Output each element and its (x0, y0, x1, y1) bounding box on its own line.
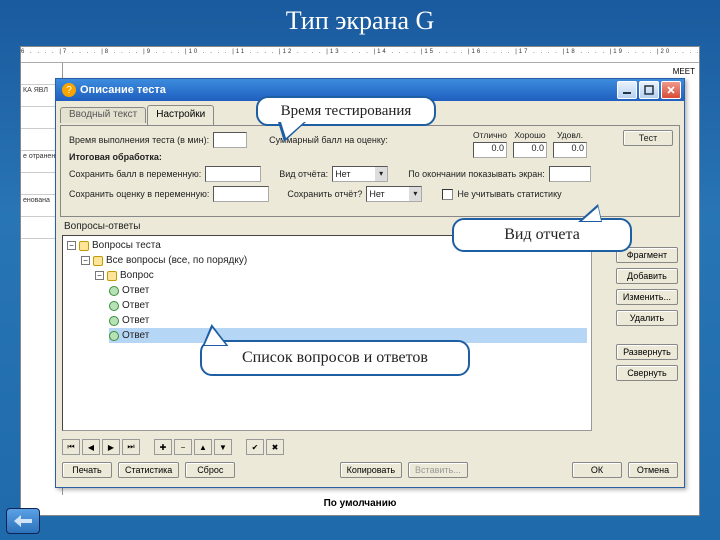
save-grade-label: Сохранить оценку в переменную: (69, 189, 209, 199)
folder-icon (79, 241, 89, 251)
tree-root: Вопросы теста (92, 240, 161, 251)
nav-first[interactable]: ⏮ (62, 439, 80, 455)
arrow-left-icon (13, 514, 33, 528)
folder-icon (93, 256, 103, 266)
time-input[interactable] (213, 132, 247, 148)
show-screen-label: По окончании показывать экран: (408, 169, 545, 179)
tree-answer: Ответ (122, 285, 149, 296)
ruler: 6 . . . . |7 . . . . |8 . . . . |9 . . .… (21, 47, 699, 63)
dont-count-checkbox[interactable] (442, 189, 453, 200)
print-button[interactable]: Печать (62, 462, 112, 478)
add-button[interactable]: Добавить (616, 268, 678, 284)
callout-report: Вид отчета (452, 218, 632, 252)
save-score-input[interactable] (205, 166, 261, 182)
slide-title: Тип экрана G (0, 6, 720, 36)
time-label: Время выполнения теста (в мин): (69, 135, 209, 145)
nav-add[interactable]: ✚ (154, 439, 172, 455)
tree-answer: Ответ (122, 300, 149, 311)
nav-prev[interactable]: ◀ (82, 439, 100, 455)
nav-del[interactable]: − (174, 439, 192, 455)
window-title: Описание теста (80, 84, 615, 96)
slide-back-button[interactable] (6, 508, 40, 534)
grade-b-input[interactable]: 0.0 (513, 142, 547, 158)
results-title: Итоговая обработка: (69, 152, 162, 162)
grade-a-input[interactable]: 0.0 (473, 142, 507, 158)
dialog-bottom-row: Печать Статистика Сброс Копировать Встав… (62, 459, 678, 481)
expand-button[interactable]: Развернуть (616, 344, 678, 360)
app-icon: ? (62, 83, 76, 97)
report-kind-combo[interactable]: Нет▾ (332, 166, 388, 182)
collapse-button[interactable]: Свернуть (616, 365, 678, 381)
callout-time: Время тестирования (256, 96, 436, 126)
defaults-bar: По умолчанию (21, 495, 699, 515)
copy-button[interactable]: Копировать (340, 462, 402, 478)
answer-icon (109, 331, 119, 341)
question-icon (107, 271, 117, 281)
show-screen-input[interactable] (549, 166, 591, 182)
reset-button[interactable]: Сброс (185, 462, 235, 478)
nav-last[interactable]: ⏭ (122, 439, 140, 455)
tree-question: Вопрос (120, 270, 154, 281)
maximize-button[interactable] (639, 81, 659, 99)
answer-icon (109, 301, 119, 311)
tree-answer: Ответ (122, 315, 149, 326)
nav-next[interactable]: ▶ (102, 439, 120, 455)
dont-count-label: Не учитывать статистику (457, 189, 561, 199)
chevron-down-icon: ▾ (409, 187, 421, 201)
grade-b-label: Хорошо (513, 130, 547, 140)
ok-button[interactable]: ОК (572, 462, 622, 478)
grade-c-input[interactable]: 0.0 (553, 142, 587, 158)
stats-button[interactable]: Статистика (118, 462, 179, 478)
test-description-window: ? Описание теста Вводный текст Настройки… (55, 78, 685, 488)
grade-a-label: Отлично (473, 130, 507, 140)
meet-label: МЕЕТ (673, 67, 695, 76)
paste-button[interactable]: Вставить... (408, 462, 468, 478)
grade-thresholds: Отлично Хорошо Удовл. 0.0 0.0 0.0 (473, 130, 587, 158)
save-grade-input[interactable] (213, 186, 269, 202)
collapse-icon[interactable]: − (67, 241, 76, 250)
nav-confirm[interactable]: ✔ (246, 439, 264, 455)
answer-icon (109, 286, 119, 296)
tree-all-questions: Все вопросы (все, по порядку) (106, 255, 247, 266)
nav-down[interactable]: ▼ (214, 439, 232, 455)
report-kind-label: Вид отчёта: (279, 169, 328, 179)
close-button[interactable] (661, 81, 681, 99)
test-button[interactable]: Тест (623, 130, 673, 146)
cancel-button[interactable]: Отмена (628, 462, 678, 478)
answer-icon (109, 316, 119, 326)
edit-button[interactable]: Изменить... (616, 289, 678, 305)
save-report-combo[interactable]: Нет▾ (366, 186, 422, 202)
tab-input-text[interactable]: Вводный текст (60, 107, 146, 123)
question-tree[interactable]: −Вопросы теста −Все вопросы (все, по пор… (62, 235, 592, 431)
chevron-down-icon: ▾ (375, 167, 387, 181)
collapse-icon[interactable]: − (95, 271, 104, 280)
minimize-button[interactable] (617, 81, 637, 99)
nav-up[interactable]: ▲ (194, 439, 212, 455)
nav-cancel[interactable]: ✖ (266, 439, 284, 455)
save-report-label: Сохранить отчёт? (287, 189, 362, 199)
save-score-label: Сохранить балл в переменную: (69, 169, 201, 179)
collapse-icon[interactable]: − (81, 256, 90, 265)
tab-settings[interactable]: Настройки (147, 105, 214, 125)
record-navigator: ⏮ ◀ ▶ ⏭ ✚ − ▲ ▼ ✔ ✖ (62, 437, 592, 457)
delete-button[interactable]: Удалить (616, 310, 678, 326)
grade-c-label: Удовл. (553, 130, 587, 140)
callout-list: Список вопросов и ответов (200, 340, 470, 376)
tree-answer: Ответ (122, 330, 149, 341)
tree-action-buttons: Фрагмент Добавить Изменить... Удалить Ра… (616, 247, 678, 381)
